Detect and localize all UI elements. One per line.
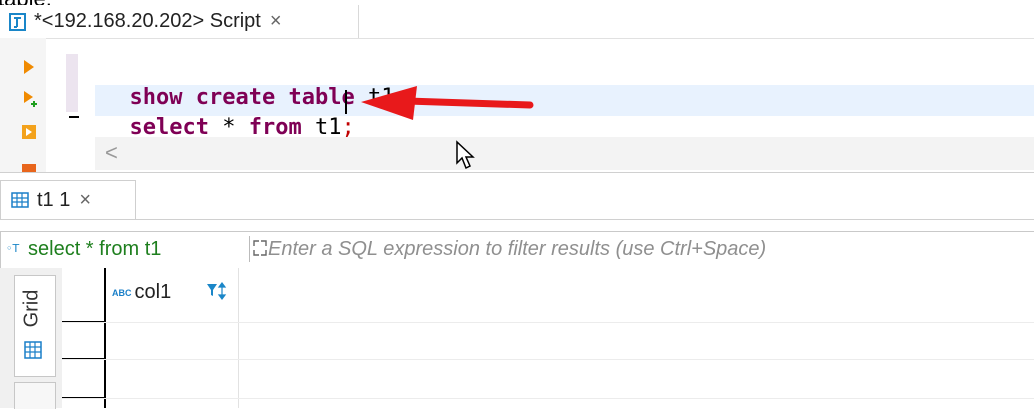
sql-script-icon bbox=[9, 12, 26, 31]
expand-filter-icon[interactable] bbox=[253, 240, 267, 256]
column-name: col1 bbox=[134, 281, 172, 303]
column-header-row bbox=[106, 268, 1034, 322]
scroll-left-button[interactable]: < bbox=[105, 140, 118, 166]
explain-plan-icon[interactable] bbox=[20, 162, 38, 172]
close-script-tab-icon[interactable]: × bbox=[270, 10, 282, 33]
grid-view-icon bbox=[24, 341, 42, 359]
execute-statement-icon[interactable] bbox=[22, 59, 36, 75]
column-header-col1[interactable]: ABC col1 bbox=[112, 281, 171, 304]
script-tab-title: *<192.168.20.202> Script bbox=[34, 10, 261, 32]
string-type-badge-icon: ABC bbox=[112, 287, 132, 298]
row-divider bbox=[62, 322, 1034, 323]
script-editor-tab[interactable]: *<192.168.20.202> Script × bbox=[0, 5, 359, 38]
filter-separator bbox=[249, 236, 250, 262]
sql-query-icon: ◦T bbox=[6, 242, 19, 255]
row-divider bbox=[62, 359, 1034, 360]
svg-text:◦T: ◦T bbox=[6, 242, 19, 255]
filter-expression-input[interactable] bbox=[268, 233, 1028, 265]
mouse-pointer-icon bbox=[456, 140, 475, 170]
execute-in-new-tab-icon[interactable] bbox=[22, 90, 40, 108]
execute-script-icon[interactable] bbox=[20, 123, 38, 141]
results-tab-t1[interactable]: t1 1 × bbox=[0, 180, 136, 219]
grid-tab-label: Grid bbox=[20, 289, 43, 328]
editor-line-marker bbox=[69, 116, 79, 118]
filter-sort-icon[interactable] bbox=[206, 282, 228, 300]
horizontal-scrollbar[interactable] bbox=[95, 137, 1034, 170]
red-arrow-annotation bbox=[361, 86, 534, 120]
table-grid-icon bbox=[11, 192, 29, 208]
results-tab-bar bbox=[0, 172, 1034, 220]
column-separator bbox=[238, 268, 239, 408]
text-caret bbox=[345, 90, 347, 114]
close-results-tab-icon[interactable]: × bbox=[79, 189, 91, 212]
results-tab-title: t1 1 bbox=[37, 188, 71, 211]
text-view-tab[interactable] bbox=[14, 382, 56, 409]
sql-line-2: select * from t1; bbox=[103, 90, 355, 140]
row-header-separator bbox=[104, 268, 106, 408]
change-ruler bbox=[66, 54, 78, 112]
row-divider bbox=[62, 398, 1034, 399]
query-text-label[interactable]: select * from t1 bbox=[28, 238, 161, 261]
